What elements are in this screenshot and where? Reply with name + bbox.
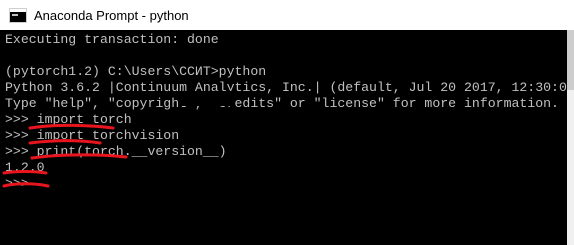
console-line: (pytorch1.2) C:\Users\CСИТ>python — [5, 64, 267, 79]
anaconda-prompt-window: Anaconda Prompt - python Executing trans… — [0, 0, 574, 245]
console-line: Type "help", "copyright", "credits" or "… — [5, 96, 559, 111]
title-bar[interactable]: Anaconda Prompt - python — [0, 0, 574, 30]
scrollbar-thumb[interactable] — [567, 30, 574, 90]
console-prompt-line[interactable]: >>> — [5, 176, 567, 192]
console-icon — [9, 7, 27, 23]
window-title: Anaconda Prompt - python — [34, 7, 189, 23]
console-line: 1.2.0 — [5, 160, 45, 175]
console-line: >>> import torchvision — [5, 128, 180, 143]
console-output[interactable]: Executing transaction: done (pytorch1.2)… — [0, 30, 567, 245]
console-line: Python 3.6.2 |Continuum Analytics, Inc.|… — [5, 80, 567, 95]
redacted-username — [180, 91, 234, 106]
console-line: >>> import torch — [5, 112, 132, 127]
console-line: Executing transaction: done — [5, 32, 219, 47]
console-line: >>> print(torch.__version__) — [5, 144, 227, 159]
